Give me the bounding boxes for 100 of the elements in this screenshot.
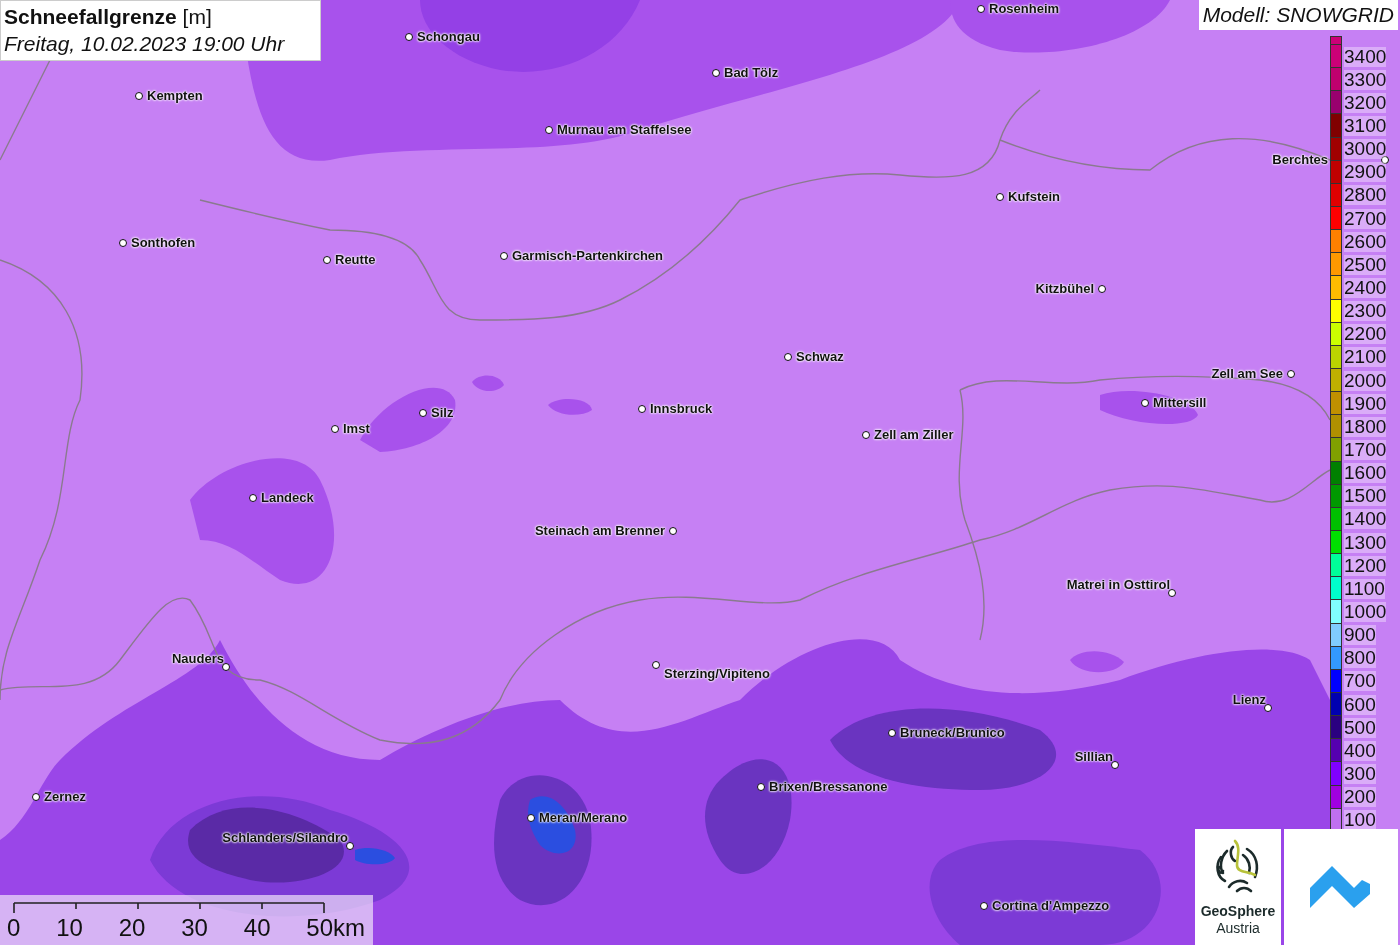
city-label: Zell am Ziller	[874, 427, 954, 443]
city-label: Silz	[431, 405, 454, 421]
city-marker	[1141, 399, 1149, 407]
legend-label: 2100	[1344, 347, 1387, 368]
legend-label: 1600	[1344, 463, 1387, 484]
city-label: Bad Tölz	[724, 65, 779, 81]
city-marker	[545, 126, 553, 134]
city-marker	[784, 353, 792, 361]
legend-label: 2600	[1344, 231, 1387, 252]
city-label: Rosenheim	[989, 1, 1060, 17]
legend-label: 3300	[1344, 69, 1387, 90]
city-label: Brixen/Bressanone	[769, 779, 888, 795]
city-marker	[996, 193, 1004, 201]
city-label: Zernez	[44, 789, 86, 805]
legend-label: 2000	[1344, 370, 1387, 391]
city-label: Sterzing/Vipiteno	[664, 666, 770, 682]
city-label: Imst	[343, 421, 370, 437]
scale-bar-icon	[13, 901, 325, 915]
city-marker	[669, 527, 677, 535]
city-label: Kufstein	[1008, 189, 1060, 205]
city-label: Sillian	[1074, 749, 1113, 765]
city-label: Schongau	[417, 29, 480, 45]
model-label: Modell: SNOWGRID	[1198, 0, 1398, 30]
city-label: Kempten	[147, 88, 203, 104]
scale-label: 50km	[306, 915, 365, 941]
map-title: Schneefallgrenze [m]	[4, 4, 213, 30]
city-label: Landeck	[261, 490, 314, 506]
logo-wordmark: GeoSphere	[1200, 903, 1276, 920]
legend-label: 3100	[1344, 116, 1387, 136]
legend-label: 1300	[1344, 532, 1387, 553]
city-marker	[1264, 704, 1272, 712]
city-marker	[1287, 370, 1295, 378]
legend-label: 1200	[1344, 555, 1387, 576]
legend-label: 900	[1344, 625, 1376, 646]
city-marker	[346, 842, 354, 850]
city-label: Nauders	[171, 651, 224, 667]
legend-label: 2200	[1344, 324, 1387, 345]
scale-label: 10	[56, 915, 83, 941]
city-label: Sonthofen	[131, 235, 196, 251]
city-marker	[712, 69, 720, 77]
legend-label: 2500	[1344, 254, 1387, 275]
logo-subtitle: Austria	[1216, 920, 1260, 937]
legend-label: 2400	[1344, 277, 1387, 298]
city-marker	[638, 405, 646, 413]
city-marker	[323, 256, 331, 264]
city-label: Meran/Merano	[539, 810, 628, 826]
legend-label: 2800	[1344, 185, 1387, 206]
map-datetime: Freitag, 10.02.2023 19:00 Uhr	[4, 31, 286, 57]
city-label: Kitzbühel	[1035, 281, 1094, 297]
legend-label: 1100	[1344, 578, 1385, 599]
scale-label: 30	[181, 915, 208, 941]
city-marker	[1111, 761, 1119, 769]
scale-label: 0	[7, 915, 21, 941]
city-marker	[1098, 285, 1106, 293]
legend-label: 1800	[1344, 416, 1387, 437]
city-label: Bruneck/Brunico	[900, 725, 1005, 741]
city-marker	[222, 663, 230, 671]
legend-label: 2900	[1344, 162, 1387, 183]
legend-label: 100	[1344, 810, 1376, 831]
city-label: Lienz	[1232, 692, 1266, 708]
city-marker	[757, 783, 765, 791]
scale-label: 20	[118, 915, 146, 941]
legend-label: 1700	[1344, 439, 1387, 460]
city-marker	[652, 661, 660, 669]
legend-label: 600	[1344, 694, 1376, 715]
legend-label: 1900	[1344, 393, 1387, 414]
city-label: Zell am See	[1211, 366, 1283, 382]
city-label: Cortina d'Ampezzo	[992, 898, 1110, 914]
city-marker	[249, 494, 257, 502]
scale-label: 40	[243, 915, 271, 941]
city-label: Mittersill	[1153, 395, 1207, 411]
legend-label: 500	[1344, 717, 1376, 738]
city-marker	[119, 239, 127, 247]
legend-label: 3000	[1344, 139, 1387, 160]
city-label: Matrei in Osttirol	[1066, 577, 1170, 593]
legend-label: 3400	[1344, 46, 1387, 67]
legend-label: 300	[1344, 763, 1376, 784]
city-label: Murnau am Staffelsee	[557, 122, 692, 138]
legend-label: 700	[1344, 671, 1376, 692]
legend-label: 400	[1344, 740, 1376, 761]
legend-swatch	[1330, 36, 1342, 45]
city-label: Garmisch-Partenkirchen	[512, 248, 663, 264]
city-label: Schwaz	[796, 349, 844, 365]
city-marker	[977, 5, 985, 13]
city-marker	[419, 409, 427, 417]
legend-label: 1400	[1344, 509, 1387, 530]
legend-label: 1500	[1344, 486, 1387, 507]
city-marker	[500, 252, 508, 260]
city-label: Steinach am Brenner	[534, 523, 665, 539]
city-marker	[527, 814, 535, 822]
city-label: Reutte	[335, 252, 376, 268]
city-marker	[980, 902, 988, 910]
city-marker	[888, 729, 896, 737]
legend-label: 200	[1344, 787, 1376, 808]
city-marker	[1168, 589, 1176, 597]
city-marker	[862, 431, 870, 439]
legend-label: 2300	[1344, 301, 1387, 322]
city-label: Innsbruck	[650, 401, 713, 417]
legend-label: 800	[1344, 648, 1376, 669]
city-label: Schlanders/Silandro	[222, 830, 348, 846]
